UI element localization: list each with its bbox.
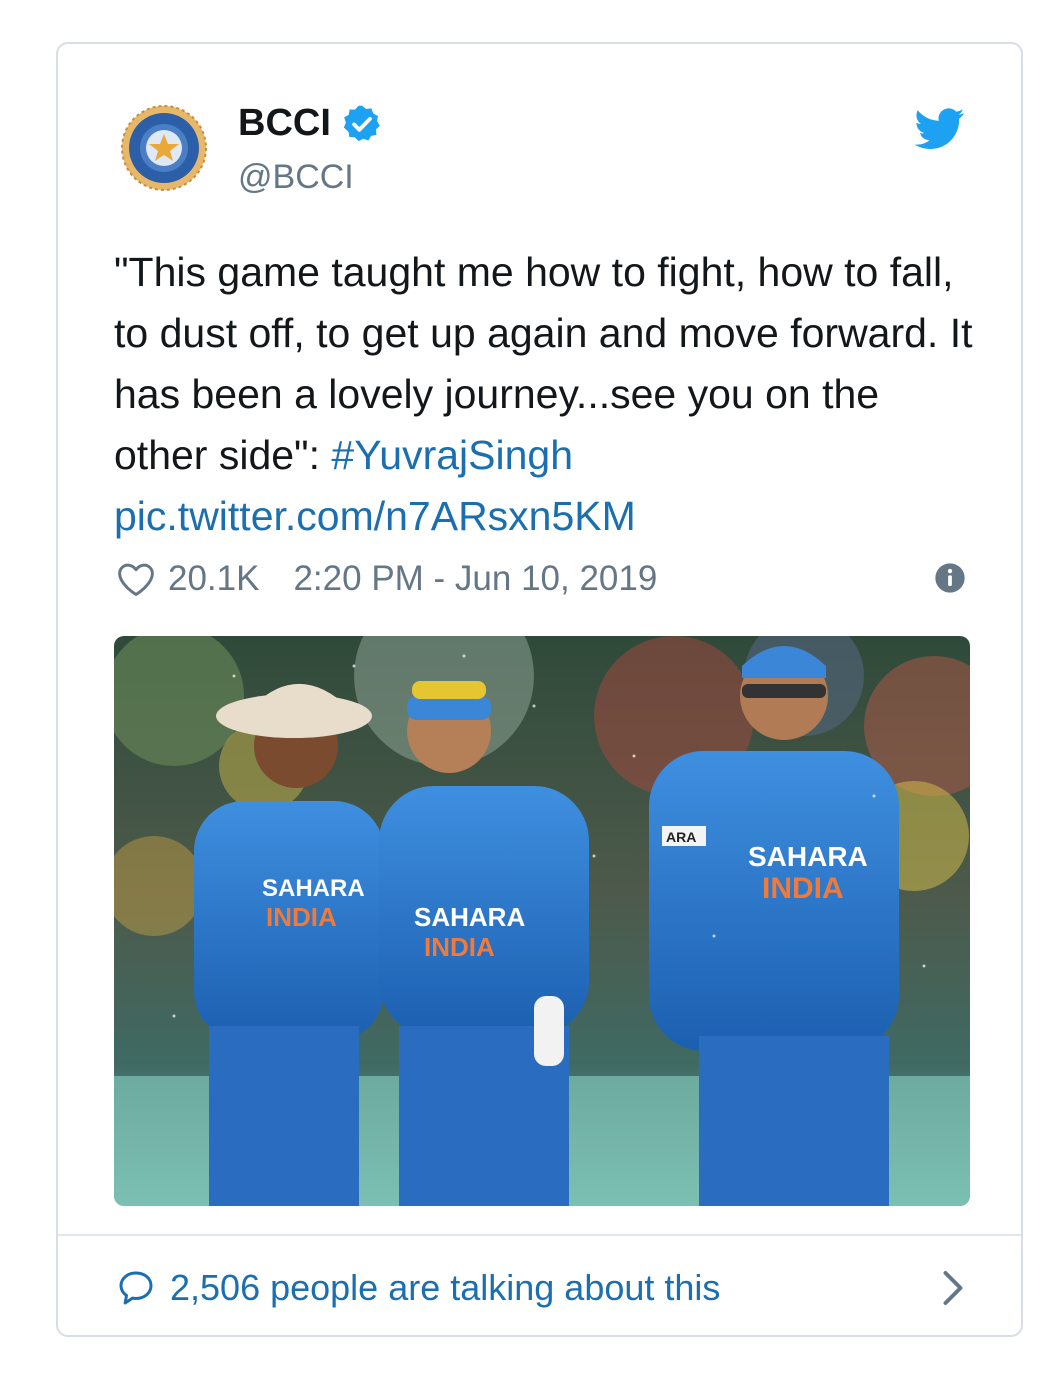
- shirt-text-6: INDIA: [762, 872, 844, 905]
- info-icon[interactable]: [934, 562, 966, 594]
- tweet-timestamp[interactable]: 2:20 PM - Jun 10, 2019: [293, 559, 657, 599]
- conversation-label[interactable]: 2,506 people are talking about this: [170, 1267, 720, 1309]
- shirt-text-3: SAHARA: [414, 902, 525, 932]
- shirt-text-4: INDIA: [424, 932, 495, 962]
- tweet-text: "This game taught me how to fight, how t…: [114, 242, 974, 547]
- shirt-text-1: SAHARA: [262, 875, 365, 902]
- chevron-right-icon[interactable]: [940, 1270, 966, 1306]
- tweet-photo[interactable]: SAHARA INDIA SAHARA INDIA ARA SAHARA IND…: [114, 636, 970, 1206]
- conversation-link[interactable]: 2,506 people are talking about this: [116, 1260, 966, 1316]
- twitter-bird-icon[interactable]: [915, 108, 965, 150]
- tweet-card[interactable]: BCCI @BCCI "This game taught me how to f…: [56, 42, 1023, 1337]
- account-name[interactable]: BCCI: [238, 102, 383, 145]
- account-handle[interactable]: @BCCI: [238, 158, 354, 197]
- pic-link[interactable]: pic.twitter.com/n7ARsxn5KM: [114, 493, 636, 539]
- heart-icon[interactable]: [116, 561, 156, 597]
- like-count[interactable]: 20.1K: [168, 559, 259, 599]
- tweet-meta: 20.1K 2:20 PM - Jun 10, 2019: [116, 554, 966, 604]
- shirt-text-2: INDIA: [266, 902, 337, 932]
- hashtag-link[interactable]: #YuvrajSingh: [331, 432, 573, 478]
- speech-bubble-icon: [119, 1271, 153, 1305]
- verified-badge-icon: [343, 105, 380, 141]
- account-name-label[interactable]: BCCI: [238, 102, 331, 145]
- sleeve-text: ARA: [666, 829, 696, 845]
- shirt-text-5: SAHARA: [748, 841, 868, 872]
- bcci-logo-avatar[interactable]: [118, 102, 210, 194]
- divider: [58, 1234, 1021, 1236]
